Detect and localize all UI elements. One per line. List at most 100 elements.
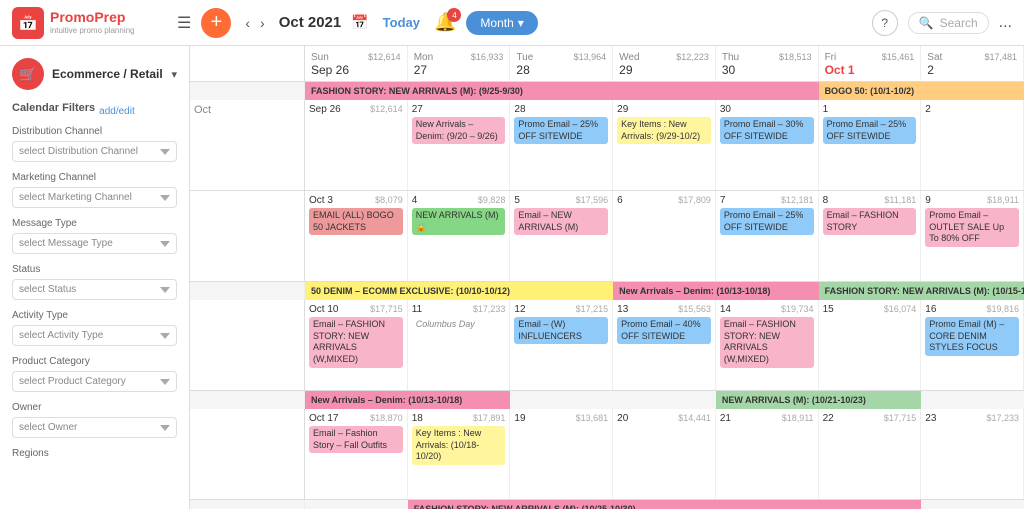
today-button[interactable]: Today [379, 15, 424, 30]
add-event-button[interactable]: + [201, 8, 231, 38]
filter-select[interactable]: select Product Category [12, 371, 177, 392]
event-pill[interactable]: Promo Email – 40% OFF SITEWIDE [617, 317, 711, 344]
calendar-cell[interactable]: 20$14,441 [613, 409, 716, 499]
sidebar-week-label [190, 409, 305, 499]
week-5-spans: FASHION STORY: NEW ARRIVALS (M): (10/25-… [190, 500, 1024, 509]
more-options-button[interactable]: ... [999, 14, 1012, 32]
day-header-sun: Sun $12,614 Sep 26 [305, 46, 408, 81]
week-4-cells: Oct 17$18,870 Email – Fashion Story – Fa… [190, 409, 1024, 499]
event-pill[interactable]: Email – (W) INFLUENCERS [514, 317, 608, 344]
span-empty [510, 391, 715, 409]
search-box[interactable]: 🔍 Search [908, 12, 989, 34]
span-event[interactable]: NEW ARRIVALS (M): (10/21-10/23) [716, 391, 921, 409]
filters-add-edit[interactable]: add/edit [99, 106, 135, 117]
month-display: Oct 2021 [279, 14, 342, 31]
span-event[interactable]: New Arrivals – Denim: (10/13-10/18) [305, 391, 510, 409]
filter-label: Owner [12, 402, 177, 413]
sidebar: 🛒 Ecommerce / Retail ▾ Calendar Filters … [0, 46, 190, 509]
span-empty [921, 391, 1024, 409]
event-pill[interactable]: Promo Email – 25% OFF SITEWIDE [720, 208, 814, 235]
calendar-cell[interactable]: 15$16,074 [819, 300, 922, 390]
calendar-cell[interactable]: 9$18,911 Promo Email – OUTLET SALE Up To… [921, 191, 1024, 281]
main-layout: 🛒 Ecommerce / Retail ▾ Calendar Filters … [0, 46, 1024, 509]
calendar-cell[interactable]: 16$19,816 Promo Email (M) – CORE DENIM S… [921, 300, 1024, 390]
calendar-cell[interactable]: 4$9,828 NEW ARRIVALS (M) 🔒 [408, 191, 511, 281]
calendar-cell[interactable]: 29 Key Items : New Arrivals: (9/29-10/2) [613, 100, 716, 190]
day-header-wed: Wed $12,223 29 [613, 46, 716, 81]
next-month-button[interactable]: › [256, 13, 269, 33]
week-3: 50 DENIM – ECOMM EXCLUSIVE: (10/10-10/12… [190, 282, 1024, 391]
filter-select[interactable]: select Status [12, 279, 177, 300]
logo-sub: intuitive promo planning [50, 26, 135, 35]
span-event[interactable]: FASHION STORY: NEW ARRIVALS (M): (9/25-9… [305, 82, 819, 100]
event-pill[interactable]: Promo Email – 25% OFF SITEWIDE [514, 117, 608, 144]
event-pill[interactable]: Promo Email – 25% OFF SITEWIDE [823, 117, 917, 144]
event-pill[interactable]: Key Items : New Arrivals: (10/18-10/20) [412, 426, 506, 465]
calendar-cell[interactable]: 21$18,911 [716, 409, 819, 499]
calendar-cell[interactable]: 8$11,181 Email – FASHION STORY [819, 191, 922, 281]
calendar-cell[interactable]: 22$17,715 [819, 409, 922, 499]
account-chevron-icon[interactable]: ▾ [171, 68, 177, 81]
event-pill[interactable]: Email – FASHION STORY: NEW ARRIVALS (W,M… [720, 317, 814, 368]
calendar-cell[interactable]: 11$17,233 Columbus Day [408, 300, 511, 390]
span-event[interactable]: BOGO 50: (10/1-10/2) [819, 82, 1024, 100]
help-button[interactable]: ? [872, 10, 898, 36]
calendar-cell[interactable]: 2 [921, 100, 1024, 190]
week-1-cells: Oct Sep 26$12,614 27 New Arrivals – Deni… [190, 100, 1024, 190]
hamburger-button[interactable]: ☰ [177, 13, 191, 33]
span-event[interactable]: 50 DENIM – ECOMM EXCLUSIVE: (10/10-10/12… [305, 282, 613, 300]
event-pill[interactable]: Promo Email (M) – CORE DENIM STYLES FOCU… [925, 317, 1019, 356]
event-pill[interactable]: Email – FASHION STORY: NEW ARRIVALS (W,M… [309, 317, 403, 368]
filter-select[interactable]: select Message Type [12, 233, 177, 254]
event-pill[interactable]: Email – FASHION STORY [823, 208, 917, 235]
filter-label: Product Category [12, 356, 177, 367]
calendar-cell[interactable]: 6$17,809 [613, 191, 716, 281]
span-event[interactable]: FASHION STORY: NEW ARRIVALS (M): (10/25-… [408, 500, 922, 509]
calendar-cell[interactable]: 19$13,681 [510, 409, 613, 499]
event-pill[interactable]: Promo Email – OUTLET SALE Up To 80% OFF [925, 208, 1019, 247]
day-header-label [190, 46, 305, 81]
calendar-cell[interactable]: Oct 3$8,079 EMAIL (ALL) BOGO 50 JACKETS [305, 191, 408, 281]
filter-select[interactable]: select Activity Type [12, 325, 177, 346]
week-1-spans: FASHION STORY: NEW ARRIVALS (M): (9/25-9… [190, 82, 1024, 100]
sidebar-week-label [190, 191, 305, 281]
search-label: Search [940, 16, 978, 30]
logo-icon: 📅 [12, 7, 44, 39]
prev-month-button[interactable]: ‹ [241, 13, 254, 33]
calendar-cell[interactable]: 7$12,181 Promo Email – 25% OFF SITEWIDE [716, 191, 819, 281]
filter-label: Message Type [12, 218, 177, 229]
month-view-button[interactable]: Month ▾ [466, 11, 537, 35]
filter-label: Regions [12, 448, 177, 459]
calendar-cell[interactable]: 12$17,215 Email – (W) INFLUENCERS [510, 300, 613, 390]
event-pill[interactable]: EMAIL (ALL) BOGO 50 JACKETS [309, 208, 403, 235]
event-pill[interactable]: Promo Email – 30% OFF SITEWIDE [720, 117, 814, 144]
calendar-cell[interactable]: 27 New Arrivals – Denim: (9/20 – 9/26) [408, 100, 511, 190]
filter-select[interactable]: select Owner [12, 417, 177, 438]
holiday-label: Columbus Day [412, 317, 506, 333]
calendar-cell[interactable]: Oct 10$17,715 Email – FASHION STORY: NEW… [305, 300, 408, 390]
calendar-cell[interactable]: 13$15,563 Promo Email – 40% OFF SITEWIDE [613, 300, 716, 390]
span-event[interactable]: New Arrivals – Denim: (10/13-10/18) [613, 282, 818, 300]
event-pill[interactable]: Email – Fashion Story – Fall Outfits [309, 426, 403, 453]
logo-name: PromoPrep [50, 10, 135, 25]
span-event[interactable]: FASHION STORY: NEW ARRIVALS (M): (10/15-… [819, 282, 1024, 300]
calendar-cell[interactable]: 18$17,891 Key Items : New Arrivals: (10/… [408, 409, 511, 499]
week-3-cells: Oct 10$17,715 Email – FASHION STORY: NEW… [190, 300, 1024, 390]
calendar-icon[interactable]: 📅 [351, 14, 368, 31]
event-pill[interactable]: NEW ARRIVALS (M) 🔒 [412, 208, 506, 235]
event-pill[interactable]: New Arrivals – Denim: (9/20 – 9/26) [412, 117, 506, 144]
calendar-cell[interactable]: Sep 26$12,614 [305, 100, 408, 190]
filter-select[interactable]: select Distribution Channel [12, 141, 177, 162]
calendar-cell[interactable]: 1 Promo Email – 25% OFF SITEWIDE [819, 100, 922, 190]
calendar-cell[interactable]: 30 Promo Email – 30% OFF SITEWIDE [716, 100, 819, 190]
event-pill[interactable]: Email – NEW ARRIVALS (M) [514, 208, 608, 235]
calendar-cell[interactable]: 14$19,734 Email – FASHION STORY: NEW ARR… [716, 300, 819, 390]
day-header-sat: Sat $17,481 2 [921, 46, 1024, 81]
filter-select[interactable]: select Marketing Channel [12, 187, 177, 208]
calendar-cell[interactable]: 23$17,233 [921, 409, 1024, 499]
notifications-bell[interactable]: 🔔 4 [434, 12, 456, 33]
event-pill[interactable]: Key Items : New Arrivals: (9/29-10/2) [617, 117, 711, 144]
calendar-cell[interactable]: 5$17,596 Email – NEW ARRIVALS (M) [510, 191, 613, 281]
calendar-cell[interactable]: Oct 17$18,870 Email – Fashion Story – Fa… [305, 409, 408, 499]
calendar-cell[interactable]: 28 Promo Email – 25% OFF SITEWIDE [510, 100, 613, 190]
